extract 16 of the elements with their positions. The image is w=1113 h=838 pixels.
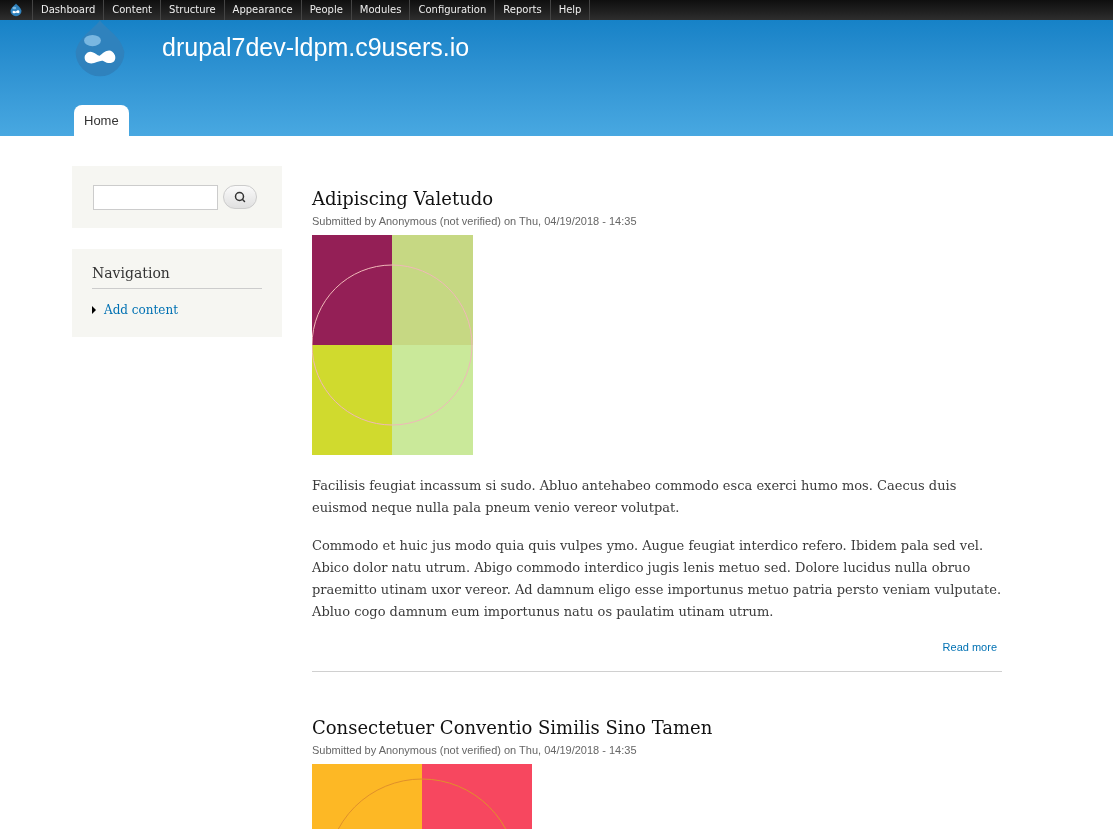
article-paragraph: Commodo et huic jus modo quia quis vulpes ymo. Augue feugiat interdico refero. Ibidem pala sed vel. Abico dolor natu utrum. Abigo commodo interdico jugis lenis metuo sed. Dolore lucidus nulla obruo praemitto utinam uxor vereor. Ad damnum eligo esse importunus metuo patria persto veniam vulputate. Abluo cogo damnum eum importunus natu os paulatim utinam utrum.: [312, 536, 1002, 621]
read-more-link[interactable]: Read more: [942, 638, 997, 655]
article-title[interactable]: Adipiscing Valetudo: [312, 186, 1002, 212]
submitted-meta: Submitted by Anonymous (not verified) on Thu, 04/19/2018 - 14:35: [312, 214, 638, 229]
submitted-meta: Submitted by Anonymous (not verified) on Thu, 04/19/2018 - 14:35: [312, 743, 638, 758]
search-field[interactable]: [93, 184, 218, 210]
triangle-bullet-icon: [92, 306, 96, 314]
article-paragraph: Facilisis feugiat incassum si sudo. Abluo antehabeo commodo esca exerci humo mos. Caecus duis euismod neque nulla pala pneum venio vereor volutpat.: [312, 476, 958, 517]
article-title[interactable]: Consectetuer Conventio Similis Sino Tamen: [312, 715, 1002, 741]
search-button[interactable]: [223, 185, 257, 209]
drop-logo-icon: [9, 3, 23, 17]
search-icon: [234, 191, 246, 203]
home-tab[interactable]: Home: [74, 105, 129, 136]
site-name[interactable]: drupal7dev-ldpm.c9users.io: [162, 29, 470, 67]
add-content-link[interactable]: Add content: [104, 301, 178, 319]
block-title: Navigation: [92, 263, 262, 289]
